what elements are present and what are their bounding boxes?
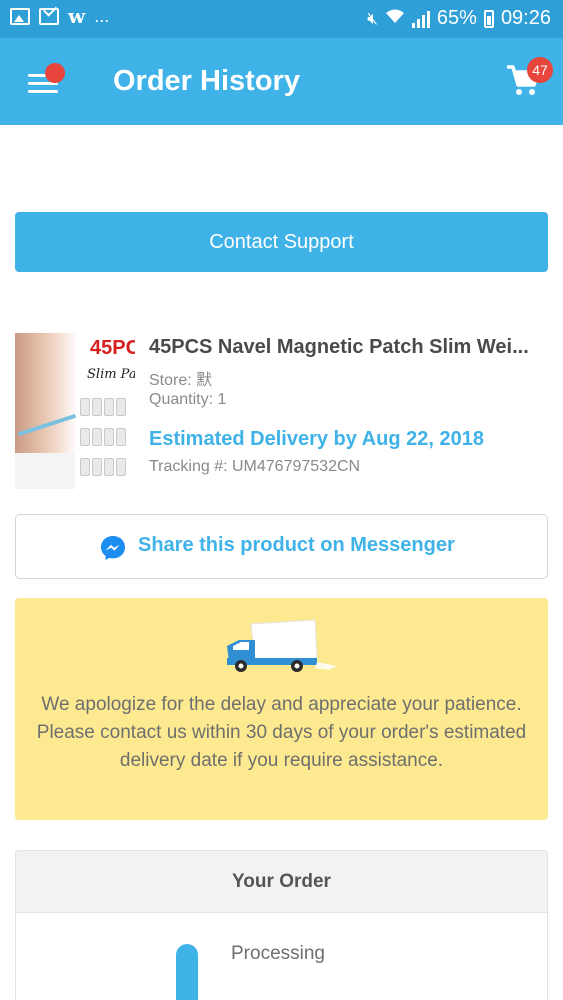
status-left: w ...	[10, 4, 110, 28]
wifi-icon	[385, 8, 405, 29]
product-quantity: Quantity: 1	[149, 391, 227, 408]
product-image-title: 45PC	[90, 337, 135, 359]
your-order-card: Your Order Processing	[15, 850, 548, 1000]
more-notifications: ...	[94, 6, 110, 26]
battery-icon	[483, 9, 494, 28]
menu-button[interactable]	[22, 63, 65, 100]
messenger-icon	[101, 536, 125, 560]
menu-icon-line	[28, 90, 58, 93]
clock: 09:26	[500, 7, 551, 29]
status-bar: w ... 🔇︎ 65% 09:26	[0, 0, 563, 38]
wish-app-icon: w	[68, 4, 86, 28]
app-bar: Order History 47	[0, 38, 563, 125]
share-messenger-label: Share this product on Messenger	[138, 534, 455, 556]
product-image-cloth	[15, 453, 75, 489]
page-title: Order History	[113, 65, 300, 97]
notification-dot	[45, 63, 65, 83]
truck-icon	[227, 619, 337, 672]
image-icon	[10, 8, 30, 25]
product-name[interactable]: 45PCS Navel Magnetic Patch Slim Wei...	[149, 336, 549, 359]
tracking-number: Tracking #: UM476797532CN	[149, 458, 361, 475]
mail-icon	[39, 8, 59, 25]
share-messenger-button[interactable]: Share this product on Messenger	[15, 514, 548, 579]
your-order-title: Your Order	[16, 851, 547, 913]
order-step-label: Processing	[231, 943, 325, 964]
battery-percent: 65%	[436, 7, 477, 29]
contact-support-button[interactable]: Contact Support	[15, 212, 548, 272]
delay-notice-message: We apologize for the delay and appreciat…	[36, 694, 527, 771]
mute-icon: 🔇︎	[367, 8, 378, 28]
product-image-subtitle: Slim Pa	[87, 367, 135, 382]
order-progress-bar	[176, 944, 198, 1000]
product-image[interactable]: 45PC Slim Pa	[15, 333, 135, 489]
delay-notice: We apologize for the delay and appreciat…	[15, 598, 548, 820]
cart-button[interactable]: 47	[505, 57, 553, 105]
estimated-delivery: Estimated Delivery by Aug 22, 2018	[149, 428, 484, 450]
signal-icon	[411, 10, 430, 28]
product-image-patches	[79, 395, 135, 485]
product-store: Store: 默	[149, 372, 213, 389]
status-right: 🔇︎ 65% 09:26	[367, 7, 551, 30]
cart-count-badge: 47	[527, 57, 553, 83]
